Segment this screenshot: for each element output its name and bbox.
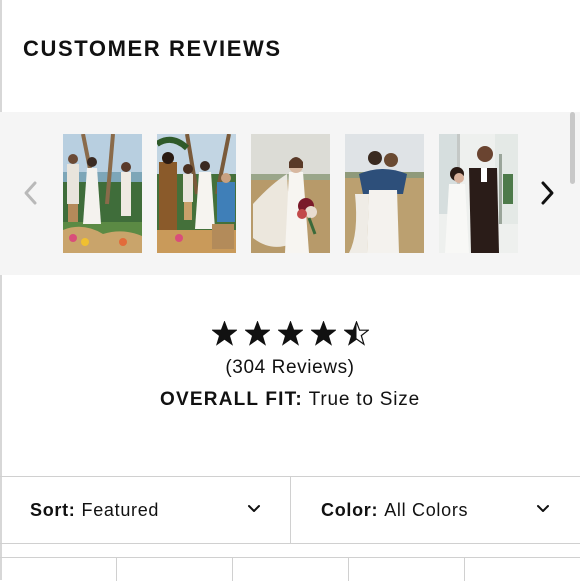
sort-value: Featured xyxy=(81,499,160,520)
star-full-icon xyxy=(277,320,303,346)
beach-ceremony-photo xyxy=(63,134,142,253)
chevron-down-icon xyxy=(537,505,549,512)
overall-fit: OVERALL FIT: True to Size xyxy=(0,389,580,411)
review-photo-4[interactable] xyxy=(345,134,424,253)
review-photo-5[interactable] xyxy=(439,134,518,253)
color-dropdown[interactable]: Color: All Colors xyxy=(321,477,561,543)
star-full-icon xyxy=(211,320,237,346)
star-half-icon xyxy=(343,320,369,346)
section-title: CUSTOMER REVIEWS xyxy=(23,36,282,61)
bride-field-photo xyxy=(251,134,330,253)
bottom-row-divider xyxy=(232,558,233,581)
bottom-row-divider xyxy=(348,558,349,581)
carousel-next-button[interactable] xyxy=(536,176,560,210)
sort-label: Sort: xyxy=(30,499,76,520)
star-full-icon xyxy=(310,320,336,346)
couple-embrace-photo xyxy=(345,134,424,253)
carousel-scrollbar[interactable] xyxy=(570,112,575,184)
rating-stars xyxy=(0,315,580,351)
filter-divider xyxy=(290,476,291,543)
sort-dropdown[interactable]: Sort: Featured xyxy=(30,477,270,543)
overall-fit-label: OVERALL FIT: xyxy=(160,389,303,410)
star-full-icon xyxy=(244,320,270,346)
bottom-row-divider xyxy=(464,558,465,581)
indoor-ceremony-photo xyxy=(439,134,518,253)
overall-fit-value: True to Size xyxy=(308,389,420,410)
review-photo-1[interactable] xyxy=(63,134,142,253)
tropical-ceremony-photo xyxy=(157,134,236,253)
chevron-right-icon xyxy=(541,181,554,205)
color-label: Color: xyxy=(321,499,379,520)
review-photo-2[interactable] xyxy=(157,134,236,253)
bottom-filter-row xyxy=(0,557,580,581)
carousel-prev-button[interactable] xyxy=(18,176,42,210)
photo-carousel[interactable] xyxy=(0,112,580,275)
chevron-left-icon xyxy=(24,181,37,205)
bottom-row-divider xyxy=(116,558,117,581)
chevron-down-icon xyxy=(248,505,260,512)
review-count[interactable]: (304 Reviews) xyxy=(0,357,580,379)
review-photo-3[interactable] xyxy=(251,134,330,253)
color-value: All Colors xyxy=(384,499,469,520)
